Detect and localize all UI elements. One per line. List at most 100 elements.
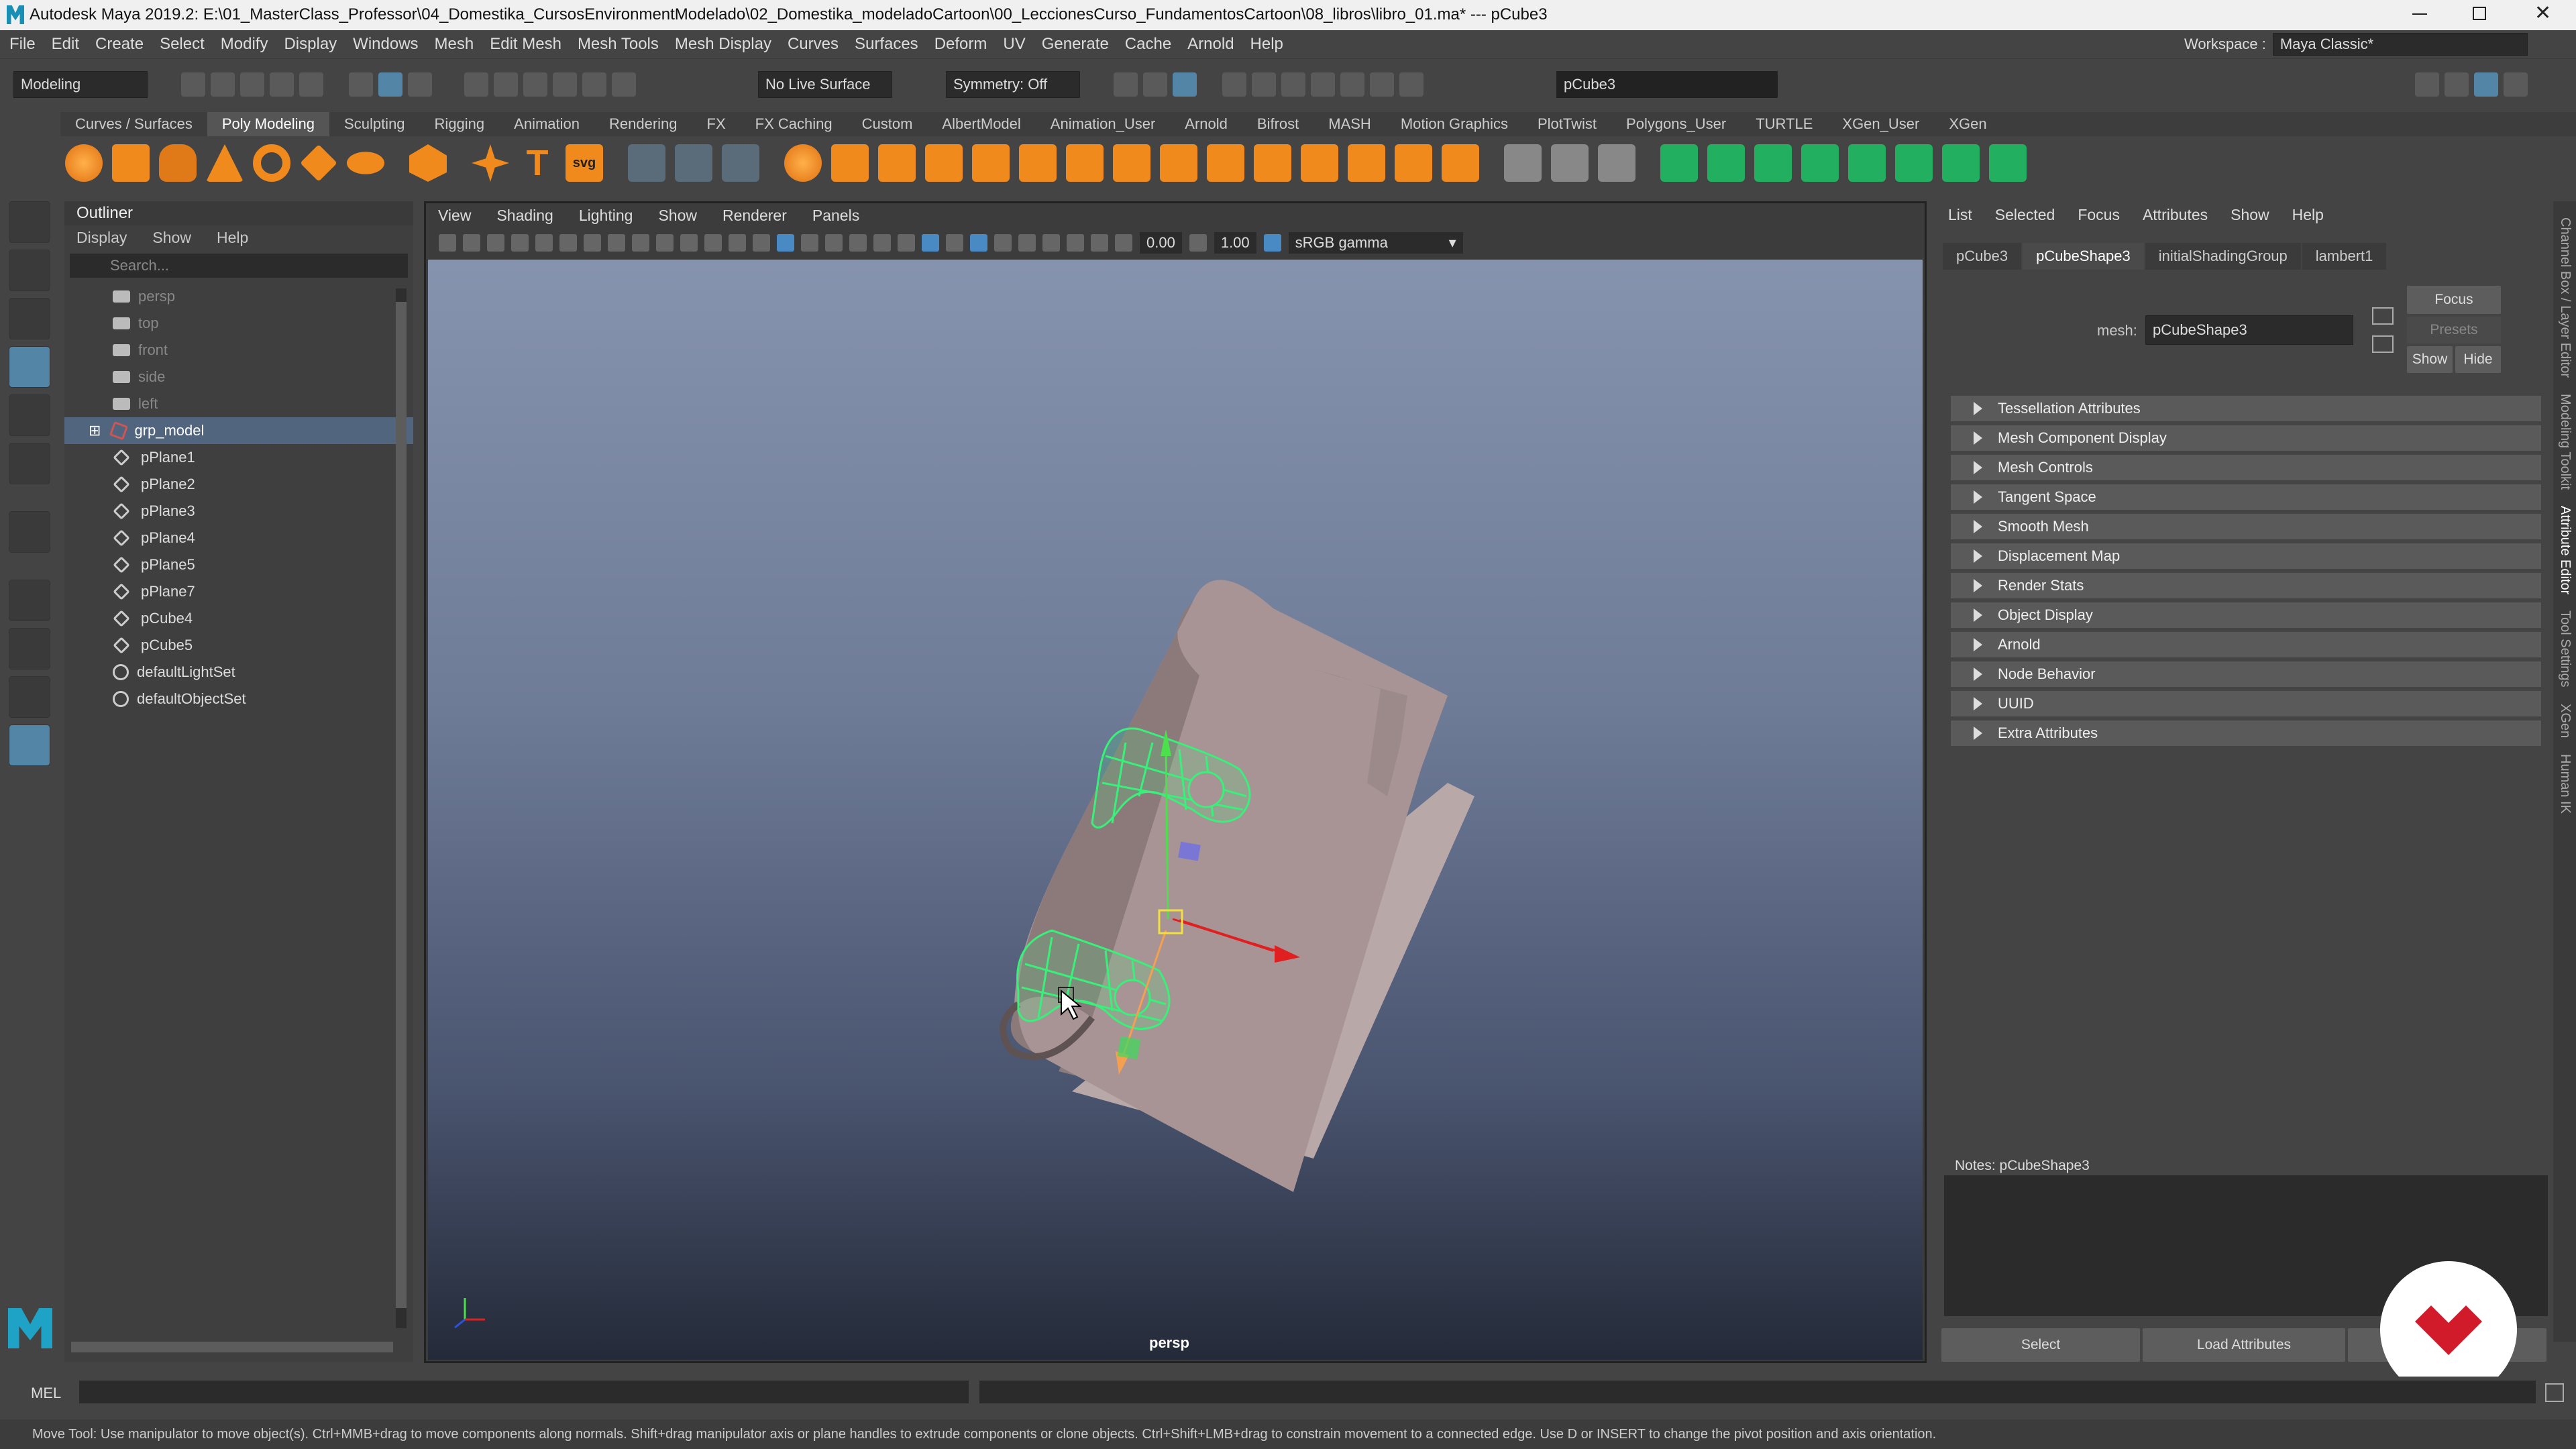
shelf-tab-albertmodel[interactable]: AlbertModel — [927, 112, 1035, 136]
section-tessellation-attributes[interactable]: Tessellation Attributes — [1951, 396, 2541, 421]
outliner-item-pplane1[interactable]: pPlane1 — [64, 444, 413, 471]
color-management-icon[interactable] — [1263, 234, 1281, 252]
outliner-item-pplane2[interactable]: pPlane2 — [64, 471, 413, 498]
menu-modify[interactable]: Modify — [221, 35, 268, 54]
motion-blur-icon[interactable] — [946, 234, 963, 252]
viewport-menu-panels[interactable]: Panels — [812, 207, 859, 225]
single-pane-layout-icon[interactable] — [9, 580, 50, 621]
paint-select-tool-icon[interactable] — [9, 298, 50, 339]
workspace-dropdown[interactable]: Maya Classic* — [2272, 33, 2528, 56]
extrude-icon[interactable] — [831, 144, 869, 182]
show-manipulator-icon[interactable] — [9, 511, 50, 553]
outliner-item-pplane4[interactable]: pPlane4 — [64, 525, 413, 551]
menu-edit-mesh[interactable]: Edit Mesh — [490, 35, 561, 54]
textured-icon[interactable] — [849, 234, 867, 252]
select-button[interactable]: Select — [1941, 1328, 2140, 1362]
colorspace-dropdown[interactable]: sRGB gamma ▾ — [1288, 232, 1463, 254]
safe-title-icon[interactable] — [729, 234, 746, 252]
outliner-item-left[interactable]: left — [64, 390, 413, 417]
xray-icon[interactable] — [1042, 234, 1060, 252]
poly-sphere-icon[interactable] — [65, 144, 103, 182]
section-extra-attributes[interactable]: Extra Attributes — [1951, 720, 2541, 746]
separate-icon[interactable] — [675, 144, 712, 182]
outliner-item-defaultobjectset[interactable]: defaultObjectSet — [64, 686, 413, 712]
undo-icon[interactable] — [270, 72, 294, 97]
menu-mesh[interactable]: Mesh — [435, 35, 474, 54]
gamma-field[interactable]: 1.00 — [1214, 232, 1256, 254]
side-tab-modeling-toolkit[interactable]: Modeling Toolkit — [2557, 394, 2573, 490]
ipr-render-icon[interactable] — [1173, 72, 1197, 97]
menu-arnold[interactable]: Arnold — [1187, 35, 1234, 54]
exposure-icon[interactable] — [1115, 234, 1132, 252]
mesh-name-field[interactable]: pCubeShape3 — [2145, 315, 2353, 345]
outliner-item-pcube4[interactable]: pCube4 — [64, 605, 413, 632]
shelf-tab-curves-surfaces[interactable]: Curves / Surfaces — [60, 112, 207, 136]
insert-edge-loop-icon[interactable] — [1254, 144, 1291, 182]
crease-icon[interactable] — [1442, 144, 1479, 182]
use-all-lights-icon[interactable] — [873, 234, 891, 252]
outliner-item-pplane3[interactable]: pPlane3 — [64, 498, 413, 525]
poly-disc-icon[interactable] — [347, 152, 384, 174]
snap-view-icon[interactable] — [553, 72, 577, 97]
menu-generate[interactable]: Generate — [1042, 35, 1109, 54]
shelf-tab-animation[interactable]: Animation — [499, 112, 594, 136]
shelf-tab-animation-user[interactable]: Animation_User — [1036, 112, 1171, 136]
smooth-icon[interactable] — [722, 144, 759, 182]
move-tool-icon[interactable] — [9, 346, 50, 388]
fill-hole-icon[interactable] — [1019, 144, 1057, 182]
screen-space-ao-icon[interactable] — [922, 234, 939, 252]
multi-cut-icon[interactable] — [1066, 144, 1104, 182]
safe-action-icon[interactable] — [704, 234, 722, 252]
render-settings-icon[interactable] — [1222, 72, 1246, 97]
menu-uv[interactable]: UV — [1003, 35, 1025, 54]
3d-scene-view[interactable]: persp — [428, 260, 1923, 1360]
two-pane-layout-icon[interactable] — [9, 676, 50, 718]
shelf-tab-rendering[interactable]: Rendering — [594, 112, 692, 136]
shelf-tab-turtle[interactable]: TURTLE — [1741, 112, 1827, 136]
isolate-select-icon[interactable] — [1018, 234, 1036, 252]
scale-tool-icon[interactable] — [9, 443, 50, 484]
outliner-item-grp-model[interactable]: ⊞ grp_model — [64, 417, 413, 444]
offset-edge-icon[interactable] — [1301, 144, 1338, 182]
menu-deform[interactable]: Deform — [934, 35, 987, 54]
viewport-menu-show[interactable]: Show — [658, 207, 697, 225]
poly-torus-icon[interactable] — [253, 144, 290, 182]
antialiasing-icon[interactable] — [970, 234, 987, 252]
menu-file[interactable]: File — [9, 35, 36, 54]
menu-mesh-display[interactable]: Mesh Display — [675, 35, 771, 54]
attribute-editor-toggle-icon[interactable] — [2474, 72, 2498, 97]
depth-of-field-icon[interactable] — [994, 234, 1012, 252]
copy-tab-icon[interactable] — [2372, 335, 2394, 353]
poly-cube-icon[interactable] — [112, 144, 150, 182]
open-scene-icon[interactable] — [211, 72, 235, 97]
arnold-render-icon[interactable] — [1340, 72, 1364, 97]
super-shape-icon[interactable] — [472, 144, 509, 182]
bookmarks-icon[interactable] — [487, 234, 504, 252]
2d-pan-zoom-icon[interactable] — [535, 234, 553, 252]
viewport-menu-lighting[interactable]: Lighting — [579, 207, 633, 225]
section-node-behavior[interactable]: Node Behavior — [1951, 661, 2541, 687]
section-mesh-component-display[interactable]: Mesh Component Display — [1951, 425, 2541, 451]
rotate-tool-icon[interactable] — [9, 394, 50, 436]
section-arnold[interactable]: Arnold — [1951, 632, 2541, 657]
smooth-shade-icon[interactable] — [777, 234, 794, 252]
outliner-item-pplane5[interactable]: pPlane5 — [64, 551, 413, 578]
menu-mesh-tools[interactable]: Mesh Tools — [578, 35, 659, 54]
gamma-icon[interactable] — [1189, 234, 1207, 252]
outliner-search-input[interactable]: Search... — [70, 254, 408, 278]
select-object-icon[interactable] — [378, 72, 402, 97]
default-material-icon[interactable] — [801, 234, 818, 252]
menu-display[interactable]: Display — [284, 35, 337, 54]
shelf-tab-xgen-user[interactable]: XGen_User — [1827, 112, 1934, 136]
object-name-field[interactable]: pCube3 — [1556, 71, 1778, 98]
grid-icon[interactable] — [584, 234, 601, 252]
four-pane-layout-icon[interactable] — [9, 628, 50, 669]
command-input[interactable] — [79, 1381, 969, 1403]
outliner-item-front[interactable]: front — [64, 337, 413, 364]
ae-menu-attributes[interactable]: Attributes — [2143, 206, 2208, 224]
shelf-tab-fx[interactable]: FX — [692, 112, 741, 136]
combine-icon[interactable] — [628, 144, 665, 182]
shelf-tab-fx-caching[interactable]: FX Caching — [741, 112, 847, 136]
spin-edge-icon[interactable] — [1551, 144, 1589, 182]
ae-menu-show[interactable]: Show — [2231, 206, 2269, 224]
